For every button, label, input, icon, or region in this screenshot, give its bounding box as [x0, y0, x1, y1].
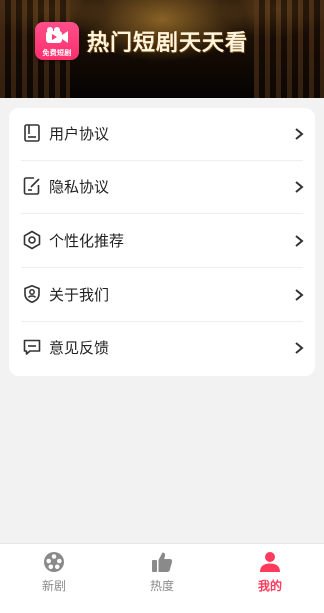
tab-new-dramas[interactable]: 新剧	[0, 544, 108, 604]
menu-item-user-agreement[interactable]: 用户协议	[9, 108, 315, 161]
film-reel-icon	[44, 552, 64, 572]
person-icon	[260, 552, 280, 572]
menu-item-label: 个性化推荐	[49, 232, 125, 250]
bottom-tab-bar: 新剧 热度 我的	[0, 543, 324, 613]
menu-item-label: 关于我们	[49, 286, 110, 304]
document-icon	[24, 124, 40, 142]
gear-icon	[23, 230, 41, 250]
menu-item-personalized-recommendation[interactable]: 个性化推荐	[9, 215, 315, 268]
app-logo: 免费短剧	[35, 22, 79, 60]
divider	[21, 267, 303, 268]
user-shield-icon	[24, 285, 40, 304]
chevron-right-icon	[295, 128, 304, 140]
banner-title: 热门短剧天天看	[87, 31, 249, 56]
edit-document-icon	[23, 177, 40, 195]
chevron-right-icon	[295, 342, 304, 354]
menu-item-about-us[interactable]: 关于我们	[9, 269, 315, 322]
menu-item-privacy-agreement[interactable]: 隐私协议	[9, 161, 315, 214]
tab-popularity[interactable]: 热度	[108, 544, 216, 604]
message-icon	[23, 339, 41, 355]
menu-item-feedback[interactable]: 意见反馈	[9, 322, 315, 375]
menu-item-label: 隐私协议	[49, 178, 110, 196]
logo-text: 免费短剧	[42, 49, 72, 57]
chevron-right-icon	[295, 235, 304, 247]
tab-label: 新剧	[41, 579, 66, 593]
chevron-right-icon	[295, 289, 304, 301]
tab-label: 热度	[149, 579, 174, 593]
tab-label: 我的	[257, 579, 282, 593]
header-banner: 免费短剧 热门短剧天天看	[0, 0, 324, 98]
chevron-right-icon	[295, 181, 304, 193]
video-camera-icon	[46, 27, 68, 43]
curtain-right-decoration	[254, 0, 324, 98]
menu-card: 用户协议 隐私协议 个性化推荐 关于我们 意见反馈	[9, 108, 315, 376]
menu-item-label: 意见反馈	[49, 339, 110, 357]
thumbs-up-icon	[152, 552, 173, 572]
menu-item-label: 用户协议	[49, 125, 110, 143]
tab-mine[interactable]: 我的	[216, 544, 324, 604]
divider	[21, 213, 303, 214]
